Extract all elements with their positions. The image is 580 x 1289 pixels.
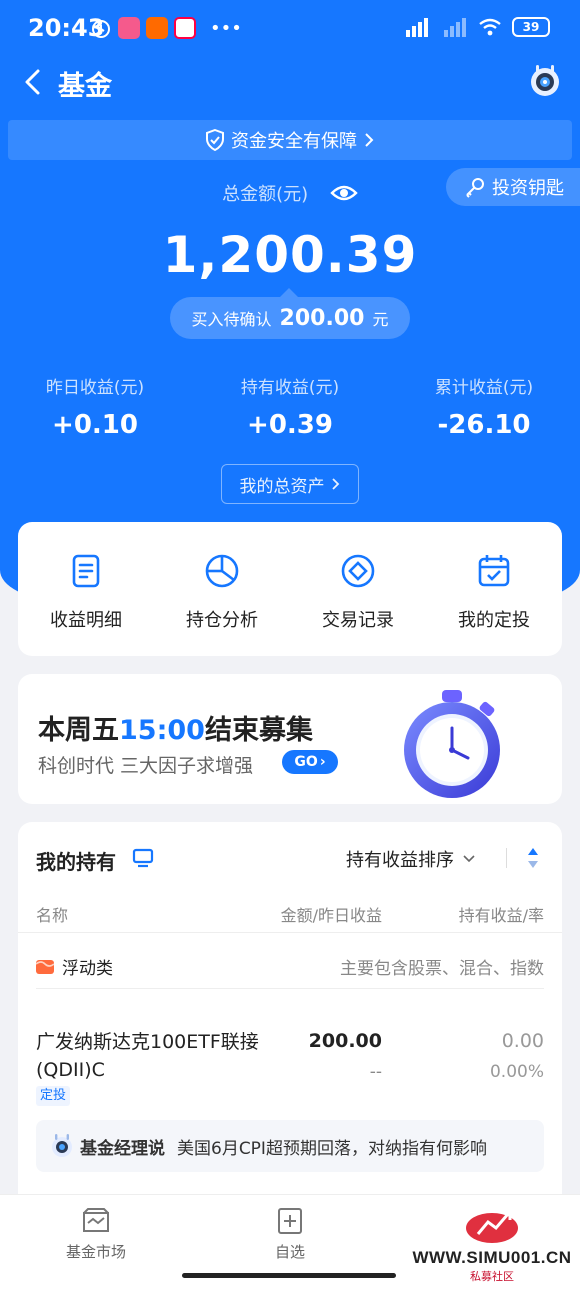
security-label: 资金安全有保障	[231, 131, 357, 152]
fund-profit-rate: 0.00%	[489, 1062, 544, 1082]
manager-note-text: 美国6月CPI超预期回落，对纳指有何影响	[177, 1138, 487, 1159]
holdings-title: 我的持有	[36, 850, 116, 874]
holdings-card: 我的持有 持有收益排序 名称 金额/昨日收益 持有收益/率 浮动类 主要包含股票…	[18, 822, 562, 1202]
promo-banner[interactable]: 本周五15:00结束募集 科创时代 三大因子求增强 GO ›	[18, 674, 562, 804]
monitor-icon[interactable]	[132, 848, 154, 868]
column-name: 名称	[36, 906, 69, 925]
quick-action-label: 交易记录	[322, 610, 394, 631]
stat-value: +0.39	[247, 410, 333, 440]
category-description: 主要包含股票、混合、指数	[340, 959, 544, 979]
quick-action-my-auto-invest[interactable]: 我的定投	[426, 522, 562, 656]
robot-icon	[52, 1134, 72, 1157]
wave-category-icon	[36, 960, 54, 974]
page-title: 基金	[58, 71, 112, 102]
robot-assistant-icon[interactable]	[528, 62, 562, 100]
pending-unit: 元	[372, 310, 389, 329]
quick-action-label: 我的定投	[458, 610, 530, 631]
tab-watchlist[interactable]: 自选	[230, 1207, 350, 1262]
go-button[interactable]: GO ›	[282, 750, 338, 774]
promo-title: 本周五15:00结束募集	[38, 715, 313, 746]
sort-order-icon[interactable]	[526, 846, 540, 870]
fund-tag: 定投	[36, 1086, 71, 1106]
security-banner[interactable]: 资金安全有保障	[8, 120, 572, 160]
alarm-icon	[92, 20, 110, 38]
column-profit: 持有收益/率	[458, 906, 544, 925]
category-name: 浮动类	[62, 959, 113, 979]
tab-label: 基金市场	[65, 1243, 126, 1261]
signal-icon	[406, 18, 428, 37]
app-notification-icon	[118, 17, 140, 39]
column-amount: 金额/昨日收益	[280, 906, 382, 925]
category-row: 浮动类 主要包含股票、混合、指数	[18, 952, 562, 982]
divider	[18, 932, 562, 933]
signal-weak-icon	[444, 18, 466, 37]
wifi-icon	[479, 18, 501, 36]
stat-label: 累计收益(元)	[434, 378, 534, 398]
fund-amount: 200.00	[308, 1030, 382, 1052]
battery-indicator: 39	[512, 17, 550, 37]
chevron-right-icon	[365, 133, 374, 147]
tab-label: 自选	[274, 1243, 305, 1261]
back-arrow-icon[interactable]	[18, 66, 50, 98]
quick-action-label: 收益明细	[50, 610, 122, 631]
fund-holding-profit: 0.00	[501, 1030, 544, 1052]
quick-action-position-analysis[interactable]: 持仓分析	[154, 522, 290, 656]
eye-icon[interactable]	[330, 182, 358, 204]
market-icon	[83, 1208, 109, 1232]
fund-row[interactable]: 广发纳斯达克100ETF联接(QDII)C 定投 200.00 -- 0.00 …	[18, 1026, 562, 1110]
total-assets-label: 我的总资产	[239, 476, 325, 497]
pie-chart-icon	[205, 554, 239, 588]
coin-icon	[341, 554, 375, 588]
total-assets-button[interactable]: 我的总资产	[221, 464, 359, 504]
stat-label: 持有收益(元)	[240, 378, 340, 398]
quick-action-transaction-records[interactable]: 交易记录	[290, 522, 426, 656]
status-bar: 20:43 ••• 39	[0, 0, 580, 52]
total-amount: 1,200.39	[162, 226, 418, 284]
earnings-stats: 昨日收益(元) +0.10 持有收益(元) +0.39 累计收益(元) -26.…	[0, 373, 580, 443]
fund-name: 广发纳斯达克100ETF联接(QDII)C	[36, 1031, 259, 1081]
home-indicator[interactable]	[182, 1273, 396, 1278]
stat-yesterday: 昨日收益(元) +0.10	[0, 373, 195, 440]
fund-yesterday-profit: --	[369, 1062, 382, 1082]
quick-action-label: 持仓分析	[186, 610, 258, 631]
promo-subtitle: 科创时代 三大因子求增强	[38, 755, 254, 777]
shopping-app-icon	[146, 17, 168, 39]
manager-note-title: 基金经理说	[80, 1138, 165, 1159]
tab-fund-market[interactable]: 基金市场	[36, 1207, 156, 1262]
sort-dropdown[interactable]: 持有收益排序	[346, 846, 476, 872]
add-watchlist-icon	[278, 1208, 302, 1234]
chevron-down-icon	[463, 855, 475, 863]
holdings-column-header: 名称 金额/昨日收益 持有收益/率	[18, 902, 562, 932]
watermark-subtext: 私募社区	[470, 1270, 514, 1283]
divider	[506, 848, 507, 868]
stat-holding: 持有收益(元) +0.39	[190, 373, 390, 440]
more-notifications-icon: •••	[210, 17, 242, 39]
pending-purchase-pill[interactable]: 买入待确认 200.00 元	[170, 288, 410, 339]
stat-label: 昨日收益(元)	[45, 378, 145, 398]
pending-label: 买入待确认	[191, 310, 272, 329]
document-icon	[72, 554, 100, 588]
stat-value: -26.10	[437, 410, 531, 440]
divider	[36, 988, 544, 989]
watermark-text: WWW.SIMU001.CN	[412, 1248, 572, 1267]
pending-value: 200.00	[279, 305, 365, 331]
quick-action-earnings-detail[interactable]: 收益明细	[18, 522, 154, 656]
calendar-check-icon	[478, 555, 510, 587]
stat-value: +0.10	[52, 410, 138, 440]
stat-cumulative: 累计收益(元) -26.10	[384, 373, 580, 440]
chevron-right-icon	[331, 478, 339, 490]
sort-label: 持有收益排序	[346, 850, 454, 871]
shield-check-icon	[206, 129, 224, 151]
total-amount-label: 总金额(元)	[0, 180, 580, 206]
manager-note-bar[interactable]: 基金经理说 美国6月CPI超预期回落，对纳指有何影响	[36, 1120, 544, 1172]
chevron-right-icon: ›	[319, 754, 326, 770]
watermark-emblem-icon	[466, 1210, 518, 1243]
nav-bar: 基金	[0, 58, 580, 108]
quick-actions-card: 收益明细 持仓分析 交易记录 我的定投	[18, 522, 562, 656]
stopwatch-illustration-icon	[404, 690, 500, 798]
sticker-app-icon	[174, 17, 196, 39]
watermark-logo: WWW.SIMU001.CN 私募社区	[404, 1204, 580, 1284]
